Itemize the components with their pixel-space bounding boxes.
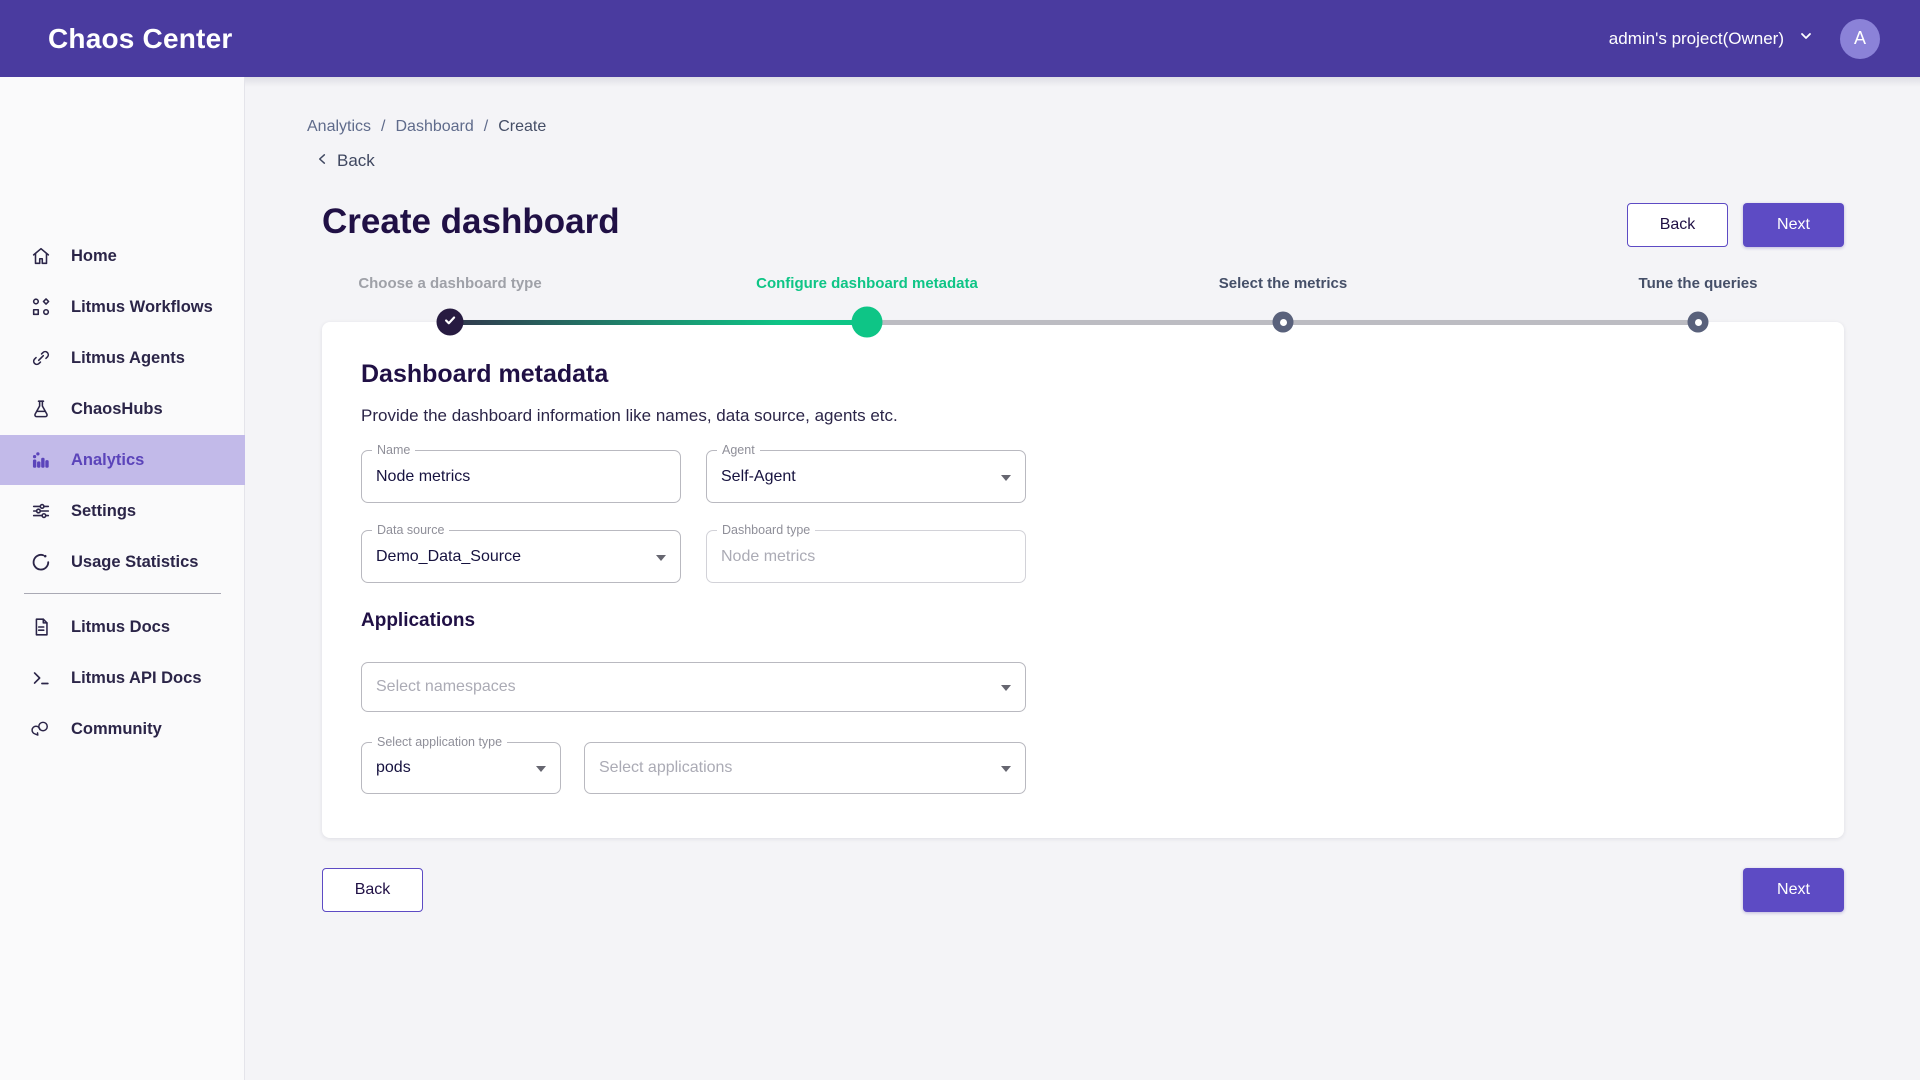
sidebar-divider bbox=[24, 593, 221, 594]
dropdown-caret-icon bbox=[1001, 685, 1011, 691]
name-field: Name bbox=[361, 450, 681, 503]
step-dot-active bbox=[852, 307, 883, 338]
avatar[interactable]: A bbox=[1840, 19, 1880, 59]
dropdown-caret-icon bbox=[536, 766, 546, 772]
name-input[interactable] bbox=[376, 451, 666, 502]
back-button-bottom[interactable]: Back bbox=[322, 868, 423, 912]
chevron-left-icon bbox=[316, 151, 329, 171]
step-dot-completed bbox=[437, 309, 464, 336]
usage-statistics-icon bbox=[30, 551, 52, 573]
step-label-select-metrics: Select the metrics bbox=[1113, 275, 1453, 292]
breadcrumb-dashboard[interactable]: Dashboard bbox=[395, 118, 473, 136]
breadcrumb-separator: / bbox=[484, 118, 488, 136]
application-type-selected-value: pods bbox=[376, 759, 411, 777]
dashboard-metadata-card: Dashboard metadata Provide the dashboard… bbox=[322, 322, 1844, 838]
home-icon bbox=[30, 245, 52, 267]
sidebar-item-analytics[interactable]: Analytics bbox=[0, 435, 245, 485]
section-description: Provide the dashboard information like n… bbox=[361, 406, 898, 426]
flask-icon bbox=[30, 398, 52, 420]
top-header: Chaos Center admin's project(Owner) A bbox=[0, 0, 1920, 77]
back-link[interactable]: Back bbox=[316, 151, 375, 171]
step-label-tune-queries: Tune the queries bbox=[1528, 275, 1868, 292]
application-type-label: Select application type bbox=[372, 735, 507, 749]
namespaces-select[interactable]: Select namespaces bbox=[361, 662, 1026, 712]
app-title: Chaos Center bbox=[48, 23, 232, 55]
data-source-selected-value: Demo_Data_Source bbox=[376, 548, 521, 566]
breadcrumb-separator: / bbox=[381, 118, 385, 136]
sidebar-item-community[interactable]: Community bbox=[0, 704, 245, 754]
settings-sliders-icon bbox=[30, 500, 52, 522]
sidebar-item-home[interactable]: Home bbox=[0, 231, 245, 281]
sidebar-item-litmus-agents[interactable]: Litmus Agents bbox=[0, 333, 245, 383]
section-title: Dashboard metadata bbox=[361, 360, 608, 389]
stepper-connector-completed bbox=[450, 320, 867, 325]
step-dot-pending bbox=[1273, 312, 1294, 333]
community-chat-icon bbox=[30, 718, 52, 740]
dashboard-type-input[interactable] bbox=[721, 531, 1011, 582]
breadcrumb-create: Create bbox=[498, 118, 546, 136]
back-button-top[interactable]: Back bbox=[1627, 203, 1728, 247]
analytics-bar-chart-icon bbox=[30, 449, 52, 471]
project-selector-dropdown[interactable]: admin's project(Owner) bbox=[1609, 28, 1814, 49]
sidebar-item-settings[interactable]: Settings bbox=[0, 486, 245, 536]
step-label-choose-type: Choose a dashboard type bbox=[280, 275, 620, 292]
agent-select[interactable]: Agent Self-Agent bbox=[706, 450, 1026, 503]
agent-field-label: Agent bbox=[717, 443, 760, 457]
dropdown-caret-icon bbox=[1001, 475, 1011, 481]
next-button-bottom[interactable]: Next bbox=[1743, 868, 1844, 912]
data-source-field-label: Data source bbox=[372, 523, 449, 537]
sidebar-item-litmus-docs[interactable]: Litmus Docs bbox=[0, 602, 245, 652]
applications-section-title: Applications bbox=[361, 610, 475, 632]
project-selector-label: admin's project(Owner) bbox=[1609, 29, 1784, 49]
sidebar-item-litmus-api-docs[interactable]: Litmus API Docs bbox=[0, 653, 245, 703]
sidebar: Home Litmus Workflows Litmus Agents Chao… bbox=[0, 77, 245, 1080]
namespaces-placeholder: Select namespaces bbox=[376, 678, 516, 696]
sidebar-item-chaoshubs[interactable]: ChaosHubs bbox=[0, 384, 245, 434]
dropdown-caret-icon bbox=[656, 555, 666, 561]
dashboard-type-field: Dashboard type bbox=[706, 530, 1026, 583]
sidebar-item-litmus-workflows[interactable]: Litmus Workflows bbox=[0, 282, 245, 332]
document-icon bbox=[30, 616, 52, 638]
chaos-center-app: Chaos Center admin's project(Owner) A Ho… bbox=[0, 0, 1920, 1080]
next-button-top[interactable]: Next bbox=[1743, 203, 1844, 247]
step-label-configure-metadata: Configure dashboard metadata bbox=[697, 275, 1037, 292]
agents-link-icon bbox=[30, 347, 52, 369]
sidebar-item-usage-statistics[interactable]: Usage Statistics bbox=[0, 537, 245, 587]
application-type-select[interactable]: Select application type pods bbox=[361, 742, 561, 794]
terminal-icon bbox=[30, 667, 52, 689]
stepper-connector-pending bbox=[867, 320, 1283, 325]
chevron-down-icon bbox=[1798, 28, 1814, 49]
header-shadow bbox=[245, 77, 1920, 87]
dropdown-caret-icon bbox=[1001, 766, 1011, 772]
check-icon bbox=[444, 313, 457, 331]
agent-selected-value: Self-Agent bbox=[721, 468, 796, 486]
step-dot-pending bbox=[1688, 312, 1709, 333]
applications-select[interactable]: Select applications bbox=[584, 742, 1026, 794]
applications-placeholder: Select applications bbox=[599, 759, 732, 777]
page-title: Create dashboard bbox=[322, 202, 620, 242]
workflows-icon bbox=[30, 296, 52, 318]
breadcrumb-analytics[interactable]: Analytics bbox=[307, 118, 371, 136]
data-source-select[interactable]: Data source Demo_Data_Source bbox=[361, 530, 681, 583]
stepper-connector-pending bbox=[1283, 320, 1698, 325]
breadcrumb: Analytics / Dashboard / Create bbox=[307, 118, 546, 136]
